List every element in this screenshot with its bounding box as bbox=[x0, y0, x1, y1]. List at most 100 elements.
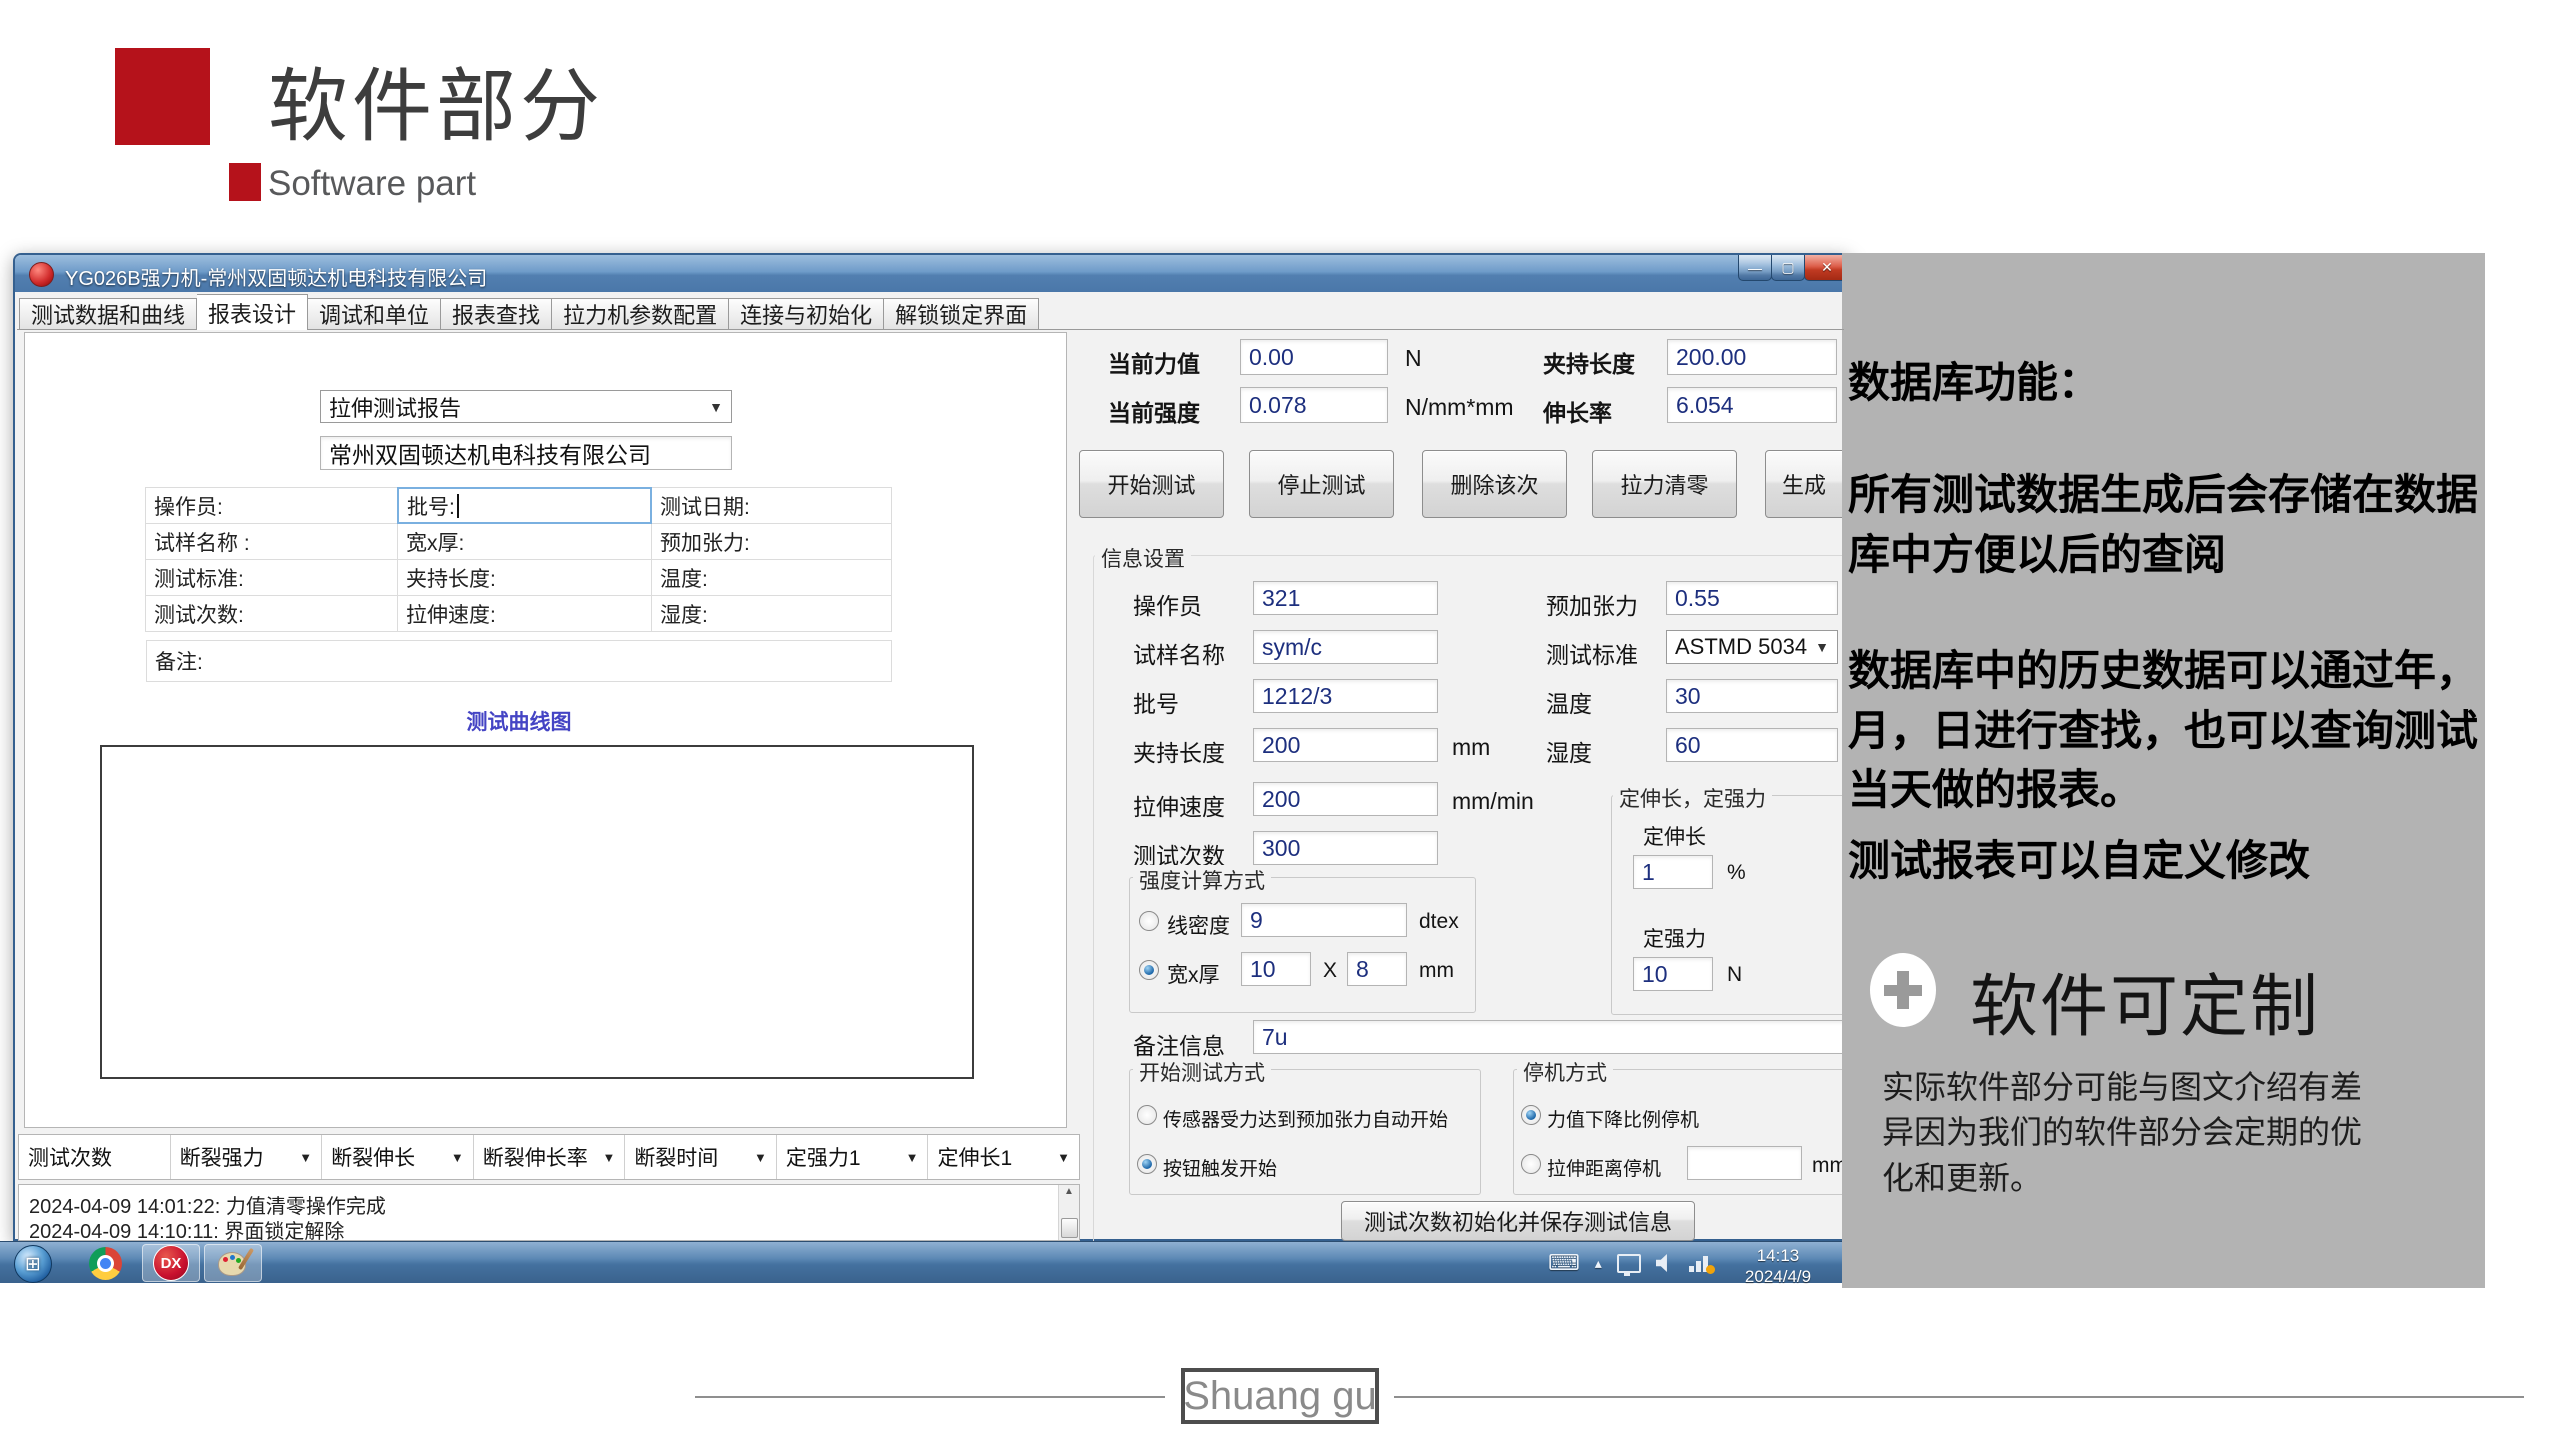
maximize-button[interactable]: ▢ bbox=[1771, 255, 1805, 281]
volume-icon[interactable] bbox=[1656, 1254, 1674, 1272]
stop-distance-input[interactable] bbox=[1687, 1146, 1802, 1180]
scrollbar-thumb[interactable] bbox=[1061, 1218, 1078, 1238]
sample-name-input[interactable]: sym/c bbox=[1253, 630, 1438, 664]
tab-machine-params[interactable]: 拉力机参数配置 bbox=[552, 298, 729, 330]
density-radio[interactable] bbox=[1139, 911, 1159, 931]
company-input[interactable]: 常州双固顿达机电科技有限公司 bbox=[320, 436, 732, 470]
remark-row[interactable]: 备注: bbox=[146, 640, 892, 682]
result-col-label: 断裂强力 bbox=[180, 1142, 264, 1172]
stop-force-drop-radio[interactable] bbox=[1521, 1105, 1541, 1125]
standard-dropdown[interactable]: ASTMD 5034 ▼ bbox=[1666, 630, 1838, 664]
fixed-elong-input[interactable]: 1 bbox=[1633, 855, 1713, 889]
annotation-sidebar: 数据库功能： 所有测试数据生成后会存储在数据库中方便以后的查阅 数据库中的历史数… bbox=[1842, 253, 2485, 1288]
chrome-icon bbox=[89, 1247, 122, 1280]
fixed-values-label: 定伸长，定强力 bbox=[1613, 783, 1772, 813]
operator-input[interactable]: 321 bbox=[1253, 581, 1438, 615]
tab-connect-init[interactable]: 连接与初始化 bbox=[729, 298, 884, 330]
thickness-input[interactable]: 8 bbox=[1347, 952, 1407, 986]
width-thickness-radio[interactable] bbox=[1139, 960, 1159, 980]
taskbar-chrome-button[interactable] bbox=[76, 1244, 134, 1282]
report-type-value: 拉伸测试报告 bbox=[329, 391, 461, 423]
width-input[interactable]: 10 bbox=[1241, 952, 1311, 986]
start-button[interactable]: ⊞ bbox=[14, 1245, 52, 1283]
stop-test-button[interactable]: 停止测试 bbox=[1249, 450, 1394, 518]
tab-debug-units[interactable]: 调试和单位 bbox=[308, 298, 441, 330]
tab-report-design[interactable]: 报表设计 bbox=[197, 294, 308, 330]
tray-expand-icon[interactable]: ▴ bbox=[1595, 1256, 1602, 1270]
field-humidity[interactable]: 湿度: bbox=[651, 595, 892, 632]
force-zero-button[interactable]: 拉力清零 bbox=[1592, 450, 1737, 518]
result-col-label: 测试次数 bbox=[28, 1142, 112, 1172]
temperature-input[interactable]: 30 bbox=[1666, 679, 1838, 713]
chevron-down-icon: ▼ bbox=[602, 1150, 615, 1165]
network-icon[interactable] bbox=[1689, 1254, 1713, 1272]
system-tray: ⌨ ▴ bbox=[1548, 1242, 1713, 1284]
result-col-fixed-force[interactable]: 定强力1 ▼ bbox=[777, 1135, 929, 1179]
field-clamp-length[interactable]: 夹持长度: bbox=[397, 559, 652, 596]
field-test-standard[interactable]: 测试标准: bbox=[145, 559, 398, 596]
stop-distance-radio[interactable] bbox=[1521, 1154, 1541, 1174]
monitor-icon[interactable] bbox=[1617, 1254, 1641, 1273]
window-title: YG026B强力机-常州双固顿达机电科技有限公司 bbox=[65, 262, 487, 291]
log-scrollbar[interactable]: ▲ bbox=[1058, 1185, 1079, 1240]
clamp-setting-input[interactable]: 200 bbox=[1253, 728, 1438, 762]
elongation-value[interactable]: 6.054 bbox=[1667, 387, 1837, 423]
current-strength-value[interactable]: 0.078 bbox=[1240, 387, 1388, 423]
tab-test-data-curve[interactable]: 测试数据和曲线 bbox=[19, 298, 197, 330]
fixed-force-input[interactable]: 10 bbox=[1633, 957, 1713, 991]
field-test-times[interactable]: 测试次数: bbox=[145, 595, 398, 632]
speed-input[interactable]: 200 bbox=[1253, 782, 1438, 816]
tabstrip: 测试数据和曲线 报表设计 调试和单位 报表查找 拉力机参数配置 连接与初始化 解… bbox=[19, 295, 1039, 330]
current-strength-text: 0.078 bbox=[1249, 392, 1307, 419]
field-sample-name[interactable]: 试样名称 : bbox=[145, 523, 398, 560]
test-times-input[interactable]: 300 bbox=[1253, 831, 1438, 865]
field-width-thickness[interactable]: 宽x厚: bbox=[397, 523, 652, 560]
elongation-label: 伸长率 bbox=[1543, 394, 1612, 428]
report-type-dropdown[interactable]: 拉伸测试报告 ▼ bbox=[320, 390, 732, 423]
current-force-unit: N bbox=[1405, 345, 1422, 372]
init-save-button[interactable]: 测试次数初始化并保存测试信息 bbox=[1341, 1201, 1695, 1241]
humidity-input[interactable]: 60 bbox=[1666, 728, 1838, 762]
delete-run-button[interactable]: 删除该次 bbox=[1422, 450, 1567, 518]
minimize-button[interactable]: — bbox=[1738, 255, 1772, 281]
stop-force-drop-label: 力值下降比例停机 bbox=[1547, 1105, 1699, 1132]
keyboard-icon[interactable]: ⌨ bbox=[1548, 1252, 1580, 1274]
pretension-value: 0.55 bbox=[1675, 585, 1720, 612]
batch-input[interactable]: 1212/3 bbox=[1253, 679, 1438, 713]
field-pretension[interactable]: 预加张力: bbox=[651, 523, 892, 560]
current-force-value[interactable]: 0.00 bbox=[1240, 339, 1388, 375]
taskbar-dx-button[interactable]: DX bbox=[142, 1244, 200, 1282]
clamp-setting-value: 200 bbox=[1262, 732, 1300, 759]
maximize-icon: ▢ bbox=[1781, 259, 1794, 276]
clamp-length-value[interactable]: 200.00 bbox=[1667, 339, 1837, 375]
density-input[interactable]: 9 bbox=[1241, 903, 1407, 937]
pretension-input[interactable]: 0.55 bbox=[1666, 581, 1838, 615]
start-auto-radio[interactable] bbox=[1137, 1105, 1157, 1125]
scroll-up-icon[interactable]: ▲ bbox=[1059, 1186, 1079, 1197]
chevron-down-icon: ▼ bbox=[1815, 639, 1829, 655]
field-speed[interactable]: 拉伸速度: bbox=[397, 595, 652, 632]
remark-info-input[interactable]: 7u bbox=[1253, 1020, 1845, 1054]
taskbar-paint-button[interactable] bbox=[204, 1244, 262, 1282]
result-col-fixed-elong[interactable]: 定伸长1 ▼ bbox=[928, 1135, 1079, 1179]
tab-report-search[interactable]: 报表查找 bbox=[441, 298, 552, 330]
result-col-break-elong-rate[interactable]: 断裂伸长率 ▼ bbox=[474, 1135, 626, 1179]
field-test-date[interactable]: 测试日期: bbox=[651, 487, 892, 524]
sample-name-label: 试样名称 bbox=[1133, 636, 1225, 670]
slide: 软件部分 Software part YG026B强力机-常州双固顿达机电科技有… bbox=[0, 0, 2560, 1440]
start-button-radio[interactable] bbox=[1137, 1154, 1157, 1174]
result-col-break-time[interactable]: 断裂时间 ▼ bbox=[625, 1135, 777, 1179]
field-batch[interactable]: 批号: bbox=[397, 487, 652, 524]
result-col-break-force[interactable]: 断裂强力 ▼ bbox=[171, 1135, 323, 1179]
field-operator[interactable]: 操作员: bbox=[145, 487, 398, 524]
field-temperature[interactable]: 温度: bbox=[651, 559, 892, 596]
start-test-button[interactable]: 开始测试 bbox=[1079, 450, 1224, 518]
slide-subtitle: Software part bbox=[268, 164, 476, 204]
result-col-break-elong[interactable]: 断裂伸长 ▼ bbox=[322, 1135, 474, 1179]
tab-lock-unlock[interactable]: 解锁锁定界面 bbox=[884, 298, 1039, 330]
width-thickness-unit: mm bbox=[1419, 959, 1454, 983]
batch-label: 批号 bbox=[1133, 685, 1179, 719]
speed-value: 200 bbox=[1262, 786, 1300, 813]
taskbar-clock[interactable]: 14:13 2024/4/9 bbox=[1728, 1245, 1828, 1288]
window-titlebar: YG026B强力机-常州双固顿达机电科技有限公司 bbox=[15, 255, 1848, 292]
